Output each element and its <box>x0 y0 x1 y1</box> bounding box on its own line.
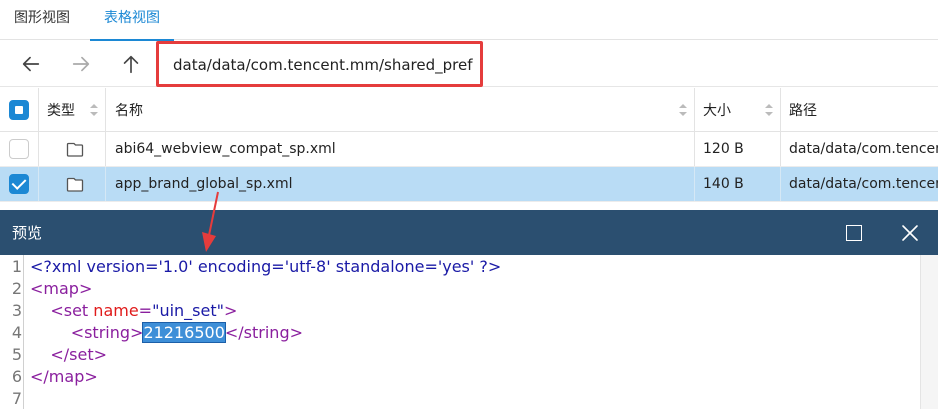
xml-equals: = <box>138 301 153 320</box>
file-name: abi64_webview_compat_sp.xml <box>115 141 336 157</box>
header-name[interactable]: 名称 <box>115 88 143 131</box>
maximize-button[interactable] <box>838 220 870 246</box>
file-size: 140 B <box>703 176 744 192</box>
code-line: <?xml version='1.0' encoding='utf-8' sta… <box>30 257 502 276</box>
file-size: 120 B <box>703 141 744 157</box>
column-divider <box>105 167 106 201</box>
maximize-icon <box>846 225 862 241</box>
file-path: data/data/com.tencent.mm/shared_prefs <box>789 141 938 157</box>
arrow-left-icon <box>22 56 40 72</box>
sort-icon[interactable] <box>90 104 98 116</box>
preview-title: 预览 <box>12 224 43 242</box>
back-button[interactable] <box>16 49 46 79</box>
column-divider <box>780 132 781 166</box>
preview-titlebar: 预览 <box>0 210 938 255</box>
preview-window: 预览 1 2 3 4 5 6 7 <?xml version='1.0' enc… <box>0 210 938 409</box>
column-divider <box>38 132 39 166</box>
code-line: </set> <box>30 345 107 364</box>
column-divider <box>38 167 39 201</box>
code-line: <set name="uin_set"> <box>30 301 237 320</box>
sort-icon[interactable] <box>679 104 687 116</box>
column-divider <box>105 132 106 166</box>
vertical-scrollbar[interactable] <box>920 255 938 409</box>
xml-attr-value: "uin_set" <box>152 301 224 320</box>
column-divider <box>694 167 695 201</box>
table-row[interactable]: abi64_webview_compat_sp.xml 120 B data/d… <box>0 132 938 167</box>
table-row-partial <box>0 202 938 210</box>
row-checkbox[interactable] <box>9 139 29 159</box>
code-line: <string>21216500</string> <box>30 322 304 343</box>
forward-button[interactable] <box>66 49 96 79</box>
row-checkbox[interactable] <box>9 174 29 194</box>
code-line: </map> <box>30 367 98 386</box>
xml-tag: > <box>223 301 238 320</box>
line-number: 1 <box>11 257 22 276</box>
file-icon <box>66 142 84 157</box>
line-number: 6 <box>11 367 22 386</box>
up-button[interactable] <box>116 49 146 79</box>
close-button[interactable] <box>894 220 926 246</box>
view-tabs: 图形视图 表格视图 <box>0 0 938 41</box>
path-highlight-box <box>156 41 483 87</box>
column-divider <box>694 88 695 131</box>
selected-uin-value[interactable]: 21216500 <box>142 322 226 343</box>
table-header: 类型 名称 大小 路径 <box>0 88 938 132</box>
file-path: data/data/com.tencent.mm/shared_prefs <box>789 176 938 192</box>
path-input[interactable] <box>173 53 473 77</box>
column-divider <box>38 88 39 131</box>
toolbar <box>0 41 938 87</box>
line-number: 7 <box>11 389 22 408</box>
xml-tag: </string> <box>224 323 304 342</box>
tab-graph-view[interactable]: 图形视图 <box>0 0 84 40</box>
sort-icon[interactable] <box>765 104 773 116</box>
arrow-right-icon <box>72 56 90 72</box>
line-number: 2 <box>11 279 22 298</box>
tab-table-view[interactable]: 表格视图 <box>90 0 174 41</box>
xml-tag: <set <box>30 301 94 320</box>
code-line: <map> <box>30 279 93 298</box>
select-all-checkbox[interactable] <box>9 100 29 120</box>
xml-attr-name: name <box>93 301 139 320</box>
column-divider <box>694 132 695 166</box>
annotation-arrow-icon <box>202 191 219 252</box>
column-divider <box>105 88 106 131</box>
column-divider <box>780 88 781 131</box>
arrow-up-icon <box>123 55 139 74</box>
code-editor[interactable]: 1 2 3 4 5 6 7 <?xml version='1.0' encodi… <box>0 255 938 409</box>
header-size[interactable]: 大小 <box>703 88 731 131</box>
line-number-gutter: 1 2 3 4 5 6 7 <box>0 255 24 409</box>
line-number: 3 <box>11 301 22 320</box>
file-icon <box>66 177 84 192</box>
xml-tag: <string> <box>30 323 144 342</box>
line-number: 5 <box>11 345 22 364</box>
table-row-selected[interactable]: app_brand_global_sp.xml 140 B data/data/… <box>0 167 938 202</box>
header-type[interactable]: 类型 <box>47 88 75 131</box>
close-icon <box>902 225 918 241</box>
line-number: 4 <box>11 323 22 342</box>
header-path[interactable]: 路径 <box>789 88 817 131</box>
column-divider <box>780 167 781 201</box>
